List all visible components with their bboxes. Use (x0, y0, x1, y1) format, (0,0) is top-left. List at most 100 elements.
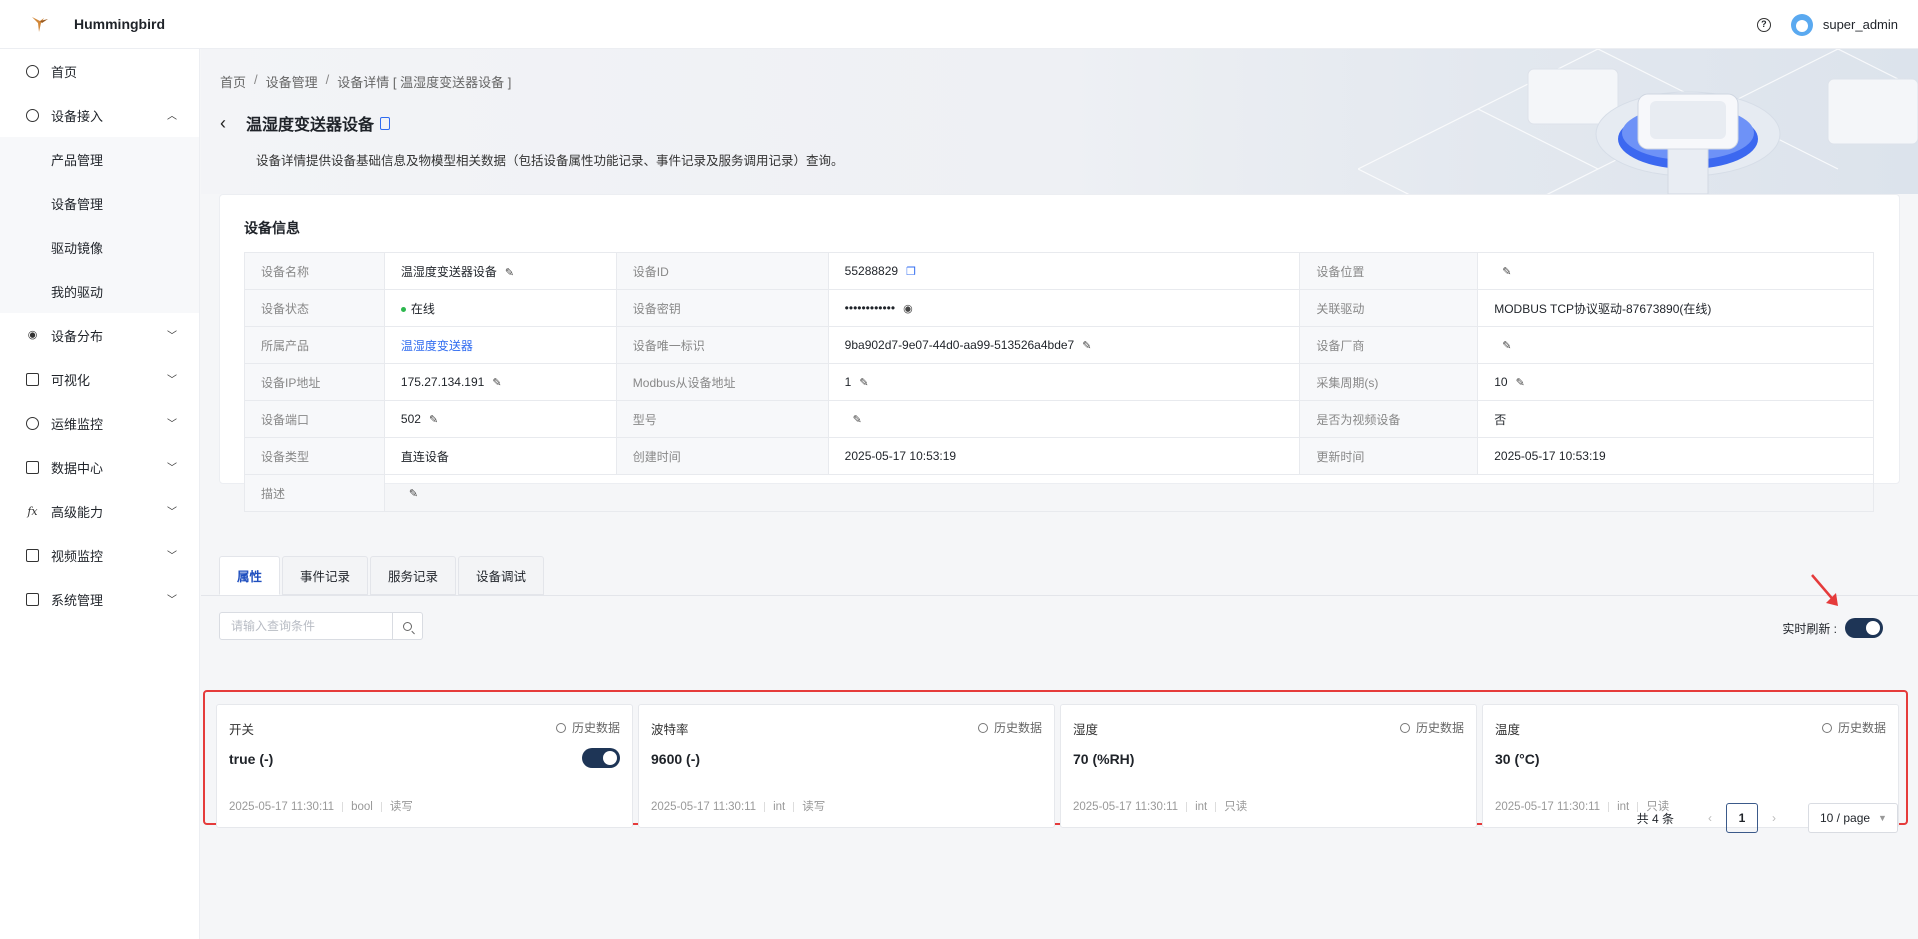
edit-icon[interactable]: ✎ (1502, 339, 1511, 352)
history-data-link[interactable]: 历史数据 (977, 719, 1042, 736)
annotation-arrow-icon (1811, 574, 1838, 606)
device-info-table: 设备名称 温湿度变送器设备 ✎ 设备ID 55288829 ❐ 设备位置 ✎ 设备状… (244, 252, 1875, 512)
table-row: 所属产品 温湿度变送器 设备唯一标识 9ba902d7-9e07-44d0-aa… (244, 326, 1874, 364)
sidebar-item-video[interactable]: 视频监控 ﹀ (0, 533, 199, 577)
sidebar-subitem-my-driver[interactable]: 我的驱动 (0, 269, 199, 313)
property-name: 温度 (1495, 723, 1521, 737)
sidebar-item-ops-monitor[interactable]: 运维监控 ﹀ (0, 401, 199, 445)
sidebar-item-advanced[interactable]: fx 高级能力 ﹀ (0, 489, 199, 533)
edit-icon[interactable]: ✎ (853, 413, 862, 426)
help-icon[interactable]: ? (1756, 17, 1771, 32)
property-card-humidity: 湿度 历史数据 70 (%RH) 2025-05-17 11:30:11 int 只… (1060, 704, 1477, 828)
label-device-uid: 设备唯一标识 (615, 326, 829, 364)
edit-icon[interactable]: ✎ (409, 487, 418, 500)
edit-icon[interactable]: ✎ (429, 413, 438, 426)
table-row: 设备状态 在线 设备密钥 •••••••••••• ◉ 关联驱动 MODBUS T… (244, 289, 1874, 327)
chevron-down-icon: ﹀ (167, 375, 177, 386)
realtime-label: 实时刷新 : (1782, 621, 1837, 636)
label-collect-period: 采集周期(s) (1299, 363, 1479, 401)
breadcrumb-home[interactable]: 首页 (220, 72, 246, 91)
hummingbird-logo-icon[interactable] (28, 12, 52, 36)
property-meta: 2025-05-17 11:30:11 int 读写 (651, 801, 826, 813)
page-title: 温湿度变送器设备 (246, 117, 375, 134)
edit-icon[interactable]: ✎ (1502, 265, 1511, 278)
page-size-select[interactable]: 10 / page ▼ (1808, 803, 1898, 833)
label-device-ip: 设备IP地址 (244, 363, 385, 401)
tab-event-records[interactable]: 事件记录 (282, 556, 369, 595)
search-button[interactable] (393, 612, 423, 640)
product-link[interactable]: 温湿度变送器 (401, 339, 473, 353)
edit-icon[interactable]: ✎ (859, 376, 868, 389)
sidebar-subitem-device[interactable]: 设备管理 (0, 181, 199, 225)
sidebar-item-distribution[interactable]: ◉ 设备分布 ﹀ (0, 313, 199, 357)
label-manufacturer: 设备厂商 (1299, 326, 1479, 364)
device-info-card: 设备信息 设备名称 温湿度变送器设备 ✎ 设备ID 55288829 ❐ 设备位置 … (219, 194, 1900, 512)
value-collect-period: 10 ✎ (1477, 363, 1874, 401)
value-device-name: 温湿度变送器设备 ✎ (383, 252, 617, 290)
online-dot-icon (400, 306, 406, 312)
copy-icon[interactable]: ❐ (906, 265, 916, 278)
switch-toggle[interactable] (582, 748, 620, 768)
property-value: 70 (%RH) (1073, 751, 1135, 767)
search-input[interactable] (219, 612, 393, 640)
label-created-time: 创建时间 (615, 437, 829, 475)
breadcrumb-separator: / (325, 72, 330, 87)
sidebar-item-data-center[interactable]: 数据中心 ﹀ (0, 445, 199, 489)
breadcrumb-current: 设备详情 [ 温湿度变送器设备 ] (337, 75, 512, 90)
sidebar-item-label: 运维监控 (51, 416, 104, 432)
tab-device-debug[interactable]: 设备调试 (458, 556, 545, 595)
sidebar-subitem-product[interactable]: 产品管理 (0, 137, 199, 181)
clock-icon (555, 722, 566, 733)
prev-page-icon[interactable]: ‹ (1708, 811, 1712, 825)
table-row: 设备端口 502 ✎ 型号 ✎ 是否为视频设备 否 (244, 400, 1874, 438)
property-value: 9600 (-) (651, 751, 701, 767)
sidebar-item-system[interactable]: 系统管理 ﹀ (0, 577, 199, 621)
edit-icon[interactable]: ✎ (1082, 339, 1091, 352)
sidebar-item-device-access[interactable]: 设备接入 ︿ (0, 93, 199, 137)
chevron-down-icon: ﹀ (167, 419, 177, 430)
label-device-status: 设备状态 (244, 289, 385, 327)
value-description: ✎ (383, 474, 1875, 512)
avatar[interactable] (1790, 13, 1813, 36)
label-description: 描述 (244, 474, 385, 512)
edit-icon[interactable]: ✎ (492, 376, 501, 389)
sidebar-item-home[interactable]: 首页 (0, 49, 199, 93)
label-device-port: 设备端口 (244, 400, 385, 438)
globe-icon (26, 108, 39, 122)
tab-properties[interactable]: 属性 (219, 556, 281, 595)
back-arrow-icon[interactable]: ‹ (220, 113, 226, 134)
property-name: 波特率 (651, 723, 689, 737)
eye-icon: ◉ (27, 328, 38, 341)
realtime-refresh: 实时刷新 : (1782, 618, 1883, 638)
chevron-down-icon: ﹀ (167, 331, 177, 342)
sidebar-item-label: 设备接入 (51, 108, 104, 124)
value-device-location: ✎ (1477, 252, 1874, 290)
realtime-toggle[interactable] (1845, 618, 1883, 638)
history-data-link[interactable]: 历史数据 (1399, 719, 1464, 736)
history-data-link[interactable]: 历史数据 (555, 719, 620, 736)
sidebar-item-visualization[interactable]: 可视化 ﹀ (0, 357, 199, 401)
value-product: 温湿度变送器 (383, 326, 617, 364)
table-row: 描述 ✎ (244, 474, 1875, 512)
breadcrumb-separator: / (254, 72, 258, 87)
eye-icon[interactable]: ◉ (903, 302, 913, 315)
value-is-video: 否 (1477, 400, 1874, 438)
value-manufacturer: ✎ (1477, 326, 1874, 364)
tab-service-records[interactable]: 服务记录 (370, 556, 457, 595)
pagination-total: 共 4 条 (1636, 811, 1674, 826)
username[interactable]: super_admin (1823, 17, 1898, 32)
edit-icon[interactable]: ✎ (505, 266, 514, 279)
history-data-link[interactable]: 历史数据 (1821, 719, 1886, 736)
edit-icon[interactable]: ✎ (1516, 376, 1525, 389)
copy-icon[interactable] (380, 116, 391, 130)
breadcrumb-device-management[interactable]: 设备管理 (266, 72, 318, 91)
page-number[interactable]: 1 (1726, 803, 1758, 833)
sidebar-subitem-driver-image[interactable]: 驱动镜像 (0, 225, 199, 269)
value-device-secret: •••••••••••• ◉ (827, 289, 1301, 327)
main-content: 首页 / 设备管理 / 设备详情 [ 温湿度变送器设备 ] ‹ 温湿度变送器设备… (201, 49, 1918, 939)
chevron-down-icon: ﹀ (167, 507, 177, 518)
chevron-down-icon: ﹀ (167, 463, 177, 474)
property-name: 湿度 (1073, 723, 1099, 737)
next-page-icon[interactable]: › (1772, 811, 1776, 825)
breadcrumb: 首页 / 设备管理 / 设备详情 [ 温湿度变送器设备 ] (220, 72, 511, 91)
